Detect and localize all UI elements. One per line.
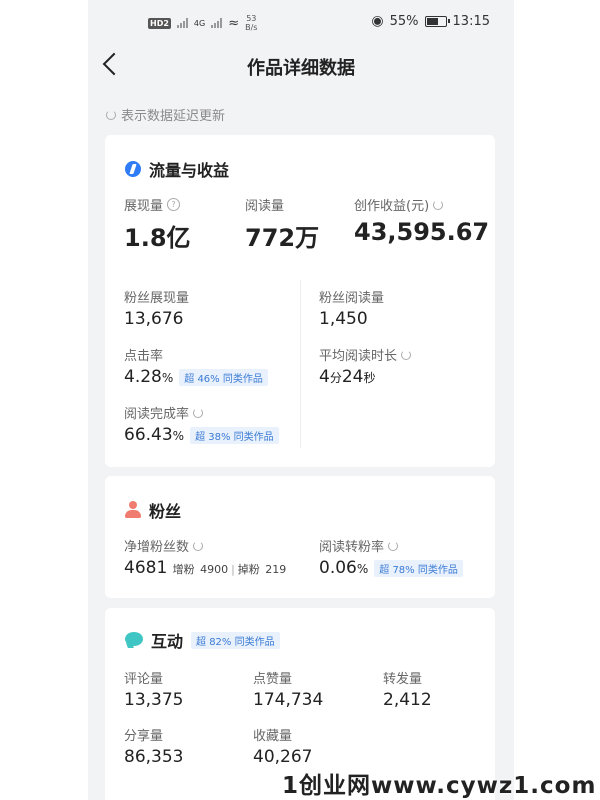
metric-impressions: 展现量? 1.8亿 <box>124 198 191 252</box>
delay-notice-text: 表示数据延迟更新 <box>121 109 226 124</box>
help-icon[interactable]: ? <box>167 198 181 211</box>
avg-read-time-value: 4分24秒 <box>319 367 376 387</box>
hd-badge: HD2 <box>148 17 171 29</box>
fans-header: 粉丝 <box>125 498 181 522</box>
signal-icon-2 <box>211 18 223 28</box>
lightning-icon <box>125 161 141 177</box>
traffic-header: 流量与收益 <box>125 157 229 181</box>
delay-icon <box>193 540 204 551</box>
delay-notice: 表示数据延迟更新 <box>106 105 225 124</box>
status-left: HD2 4G ≈ 53 B/s <box>148 14 257 32</box>
likes-value: 174,734 <box>253 690 324 710</box>
conversion-value: 0.06 <box>319 558 357 578</box>
ctr-badge: 超 46% 同类作品 <box>179 368 268 386</box>
gain-value: 4900 <box>200 563 229 576</box>
interaction-title: 互动 <box>151 632 184 651</box>
shares-value: 86,353 <box>124 747 184 767</box>
fan-reads-value: 1,450 <box>319 309 368 329</box>
metric-likes: 点赞量 174,734 <box>253 672 324 710</box>
metric-net-fans: 净增粉丝数 4681 增粉 4900 | 掉粉 219 <box>124 540 287 578</box>
metric-favorites: 收藏量 40,267 <box>253 729 313 767</box>
metric-completion: 阅读完成率 66.43% 超 38% 同类作品 <box>124 403 279 445</box>
metric-revenue: 创作收益(元) 43,595.67 <box>354 199 490 246</box>
signal-icon <box>176 18 188 28</box>
interaction-header: 互动 超 82% 同类作品 <box>125 628 280 652</box>
person-icon <box>125 501 141 519</box>
metric-shares: 分享量 86,353 <box>124 729 184 767</box>
delay-icon <box>401 349 412 360</box>
favorites-value: 40,267 <box>253 747 313 767</box>
metric-ctr: 点击率 4.28% 超 46% 同类作品 <box>124 345 268 387</box>
fans-card: 粉丝 净增粉丝数 4681 增粉 4900 | 掉粉 219 阅读转粉率 0.06%… <box>105 476 495 598</box>
metric-comments: 评论量 13,375 <box>124 672 184 710</box>
metric-reads: 阅读量 772万 <box>245 199 320 252</box>
metric-fan-reads: 粉丝阅读量 1,450 <box>319 291 385 329</box>
clock: 13:15 <box>452 13 490 29</box>
wifi-icon: ≈ <box>228 15 240 31</box>
network-type: 4G <box>193 18 206 28</box>
interaction-badge: 超 82% 同类作品 <box>191 631 280 649</box>
comments-value: 13,375 <box>124 690 184 710</box>
revenue-value: 43,595.67 <box>354 218 490 246</box>
loss-label: 掉粉 <box>237 563 260 576</box>
completion-value: 66.43 <box>124 425 173 445</box>
gain-label: 增粉 <box>172 563 195 576</box>
chat-bubble-icon <box>125 632 143 648</box>
impressions-value: 1.8亿 <box>124 224 191 252</box>
fan-impressions-value: 13,676 <box>124 309 184 329</box>
status-right: ◉ 55% 13:15 <box>371 13 490 29</box>
metric-reposts: 转发量 2,412 <box>383 672 432 710</box>
eye-icon: ◉ <box>371 13 384 29</box>
metric-fan-impressions: 粉丝展现量 13,676 <box>124 291 190 329</box>
traffic-card: 流量与收益 展现量? 1.8亿 阅读量 772万 创作收益(元) 43,595.… <box>105 135 495 467</box>
conversion-badge: 超 78% 同类作品 <box>374 559 463 577</box>
fans-title: 粉丝 <box>149 502 182 521</box>
battery-percent: 55% <box>389 13 419 29</box>
delay-icon <box>433 199 444 210</box>
delay-icon <box>193 407 204 418</box>
reposts-value: 2,412 <box>383 690 432 710</box>
network-speed: 53 B/s <box>245 14 258 32</box>
column-divider <box>300 280 301 448</box>
refresh-icon <box>106 109 116 120</box>
delay-icon <box>388 540 399 551</box>
phone-screen: HD2 4G ≈ 53 B/s ◉ 55% 13:15 作品详细数据 表示数据延迟… <box>88 0 514 800</box>
loss-value: 219 <box>265 563 287 576</box>
reads-value: 772万 <box>245 224 320 252</box>
completion-badge: 超 38% 同类作品 <box>190 426 279 444</box>
status-bar: HD2 4G ≈ 53 B/s ◉ 55% 13:15 <box>88 0 514 44</box>
nav-bar: 作品详细数据 <box>88 44 514 90</box>
battery-icon <box>424 15 450 27</box>
metric-avg-read-time: 平均阅读时长 4分24秒 <box>319 345 412 387</box>
ctr-value: 4.28 <box>124 367 162 387</box>
traffic-title: 流量与收益 <box>149 161 230 180</box>
page-title: 作品详细数据 <box>247 58 355 79</box>
metric-conversion: 阅读转粉率 0.06% 超 78% 同类作品 <box>319 536 463 578</box>
net-fans-value: 4681 <box>124 558 168 578</box>
site-watermark: 1创业网www.cywz1.com <box>282 773 597 799</box>
